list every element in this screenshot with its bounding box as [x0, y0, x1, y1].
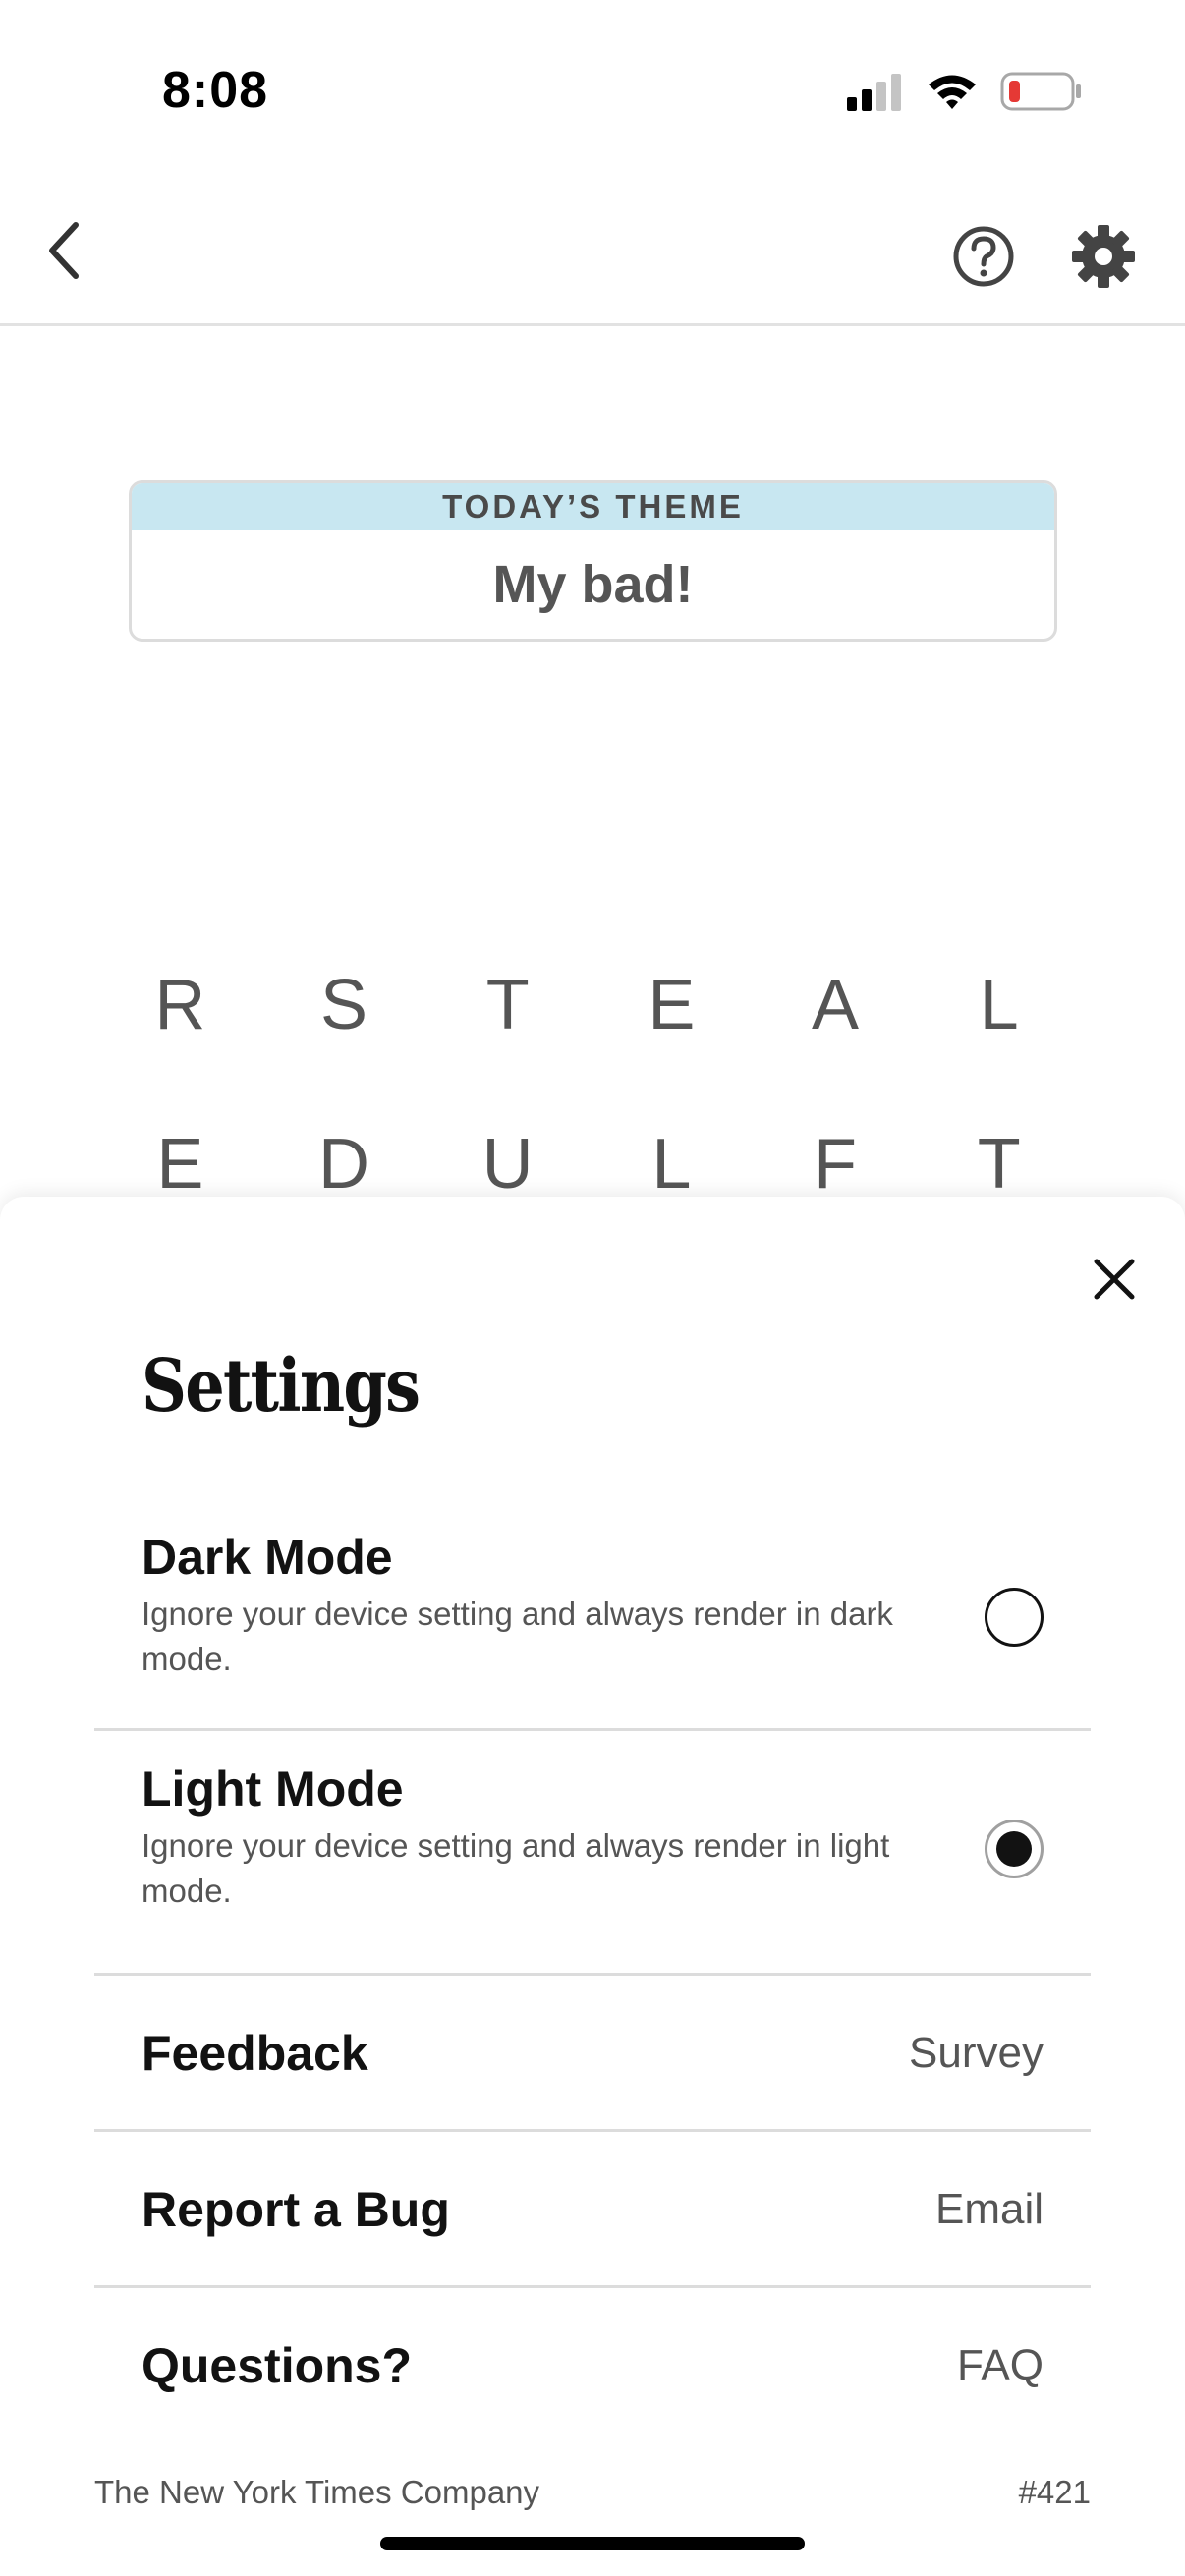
letter-tile[interactable]: E	[590, 951, 754, 1059]
dark-mode-option[interactable]: Dark Mode Ignore your device setting and…	[94, 1507, 1091, 1731]
link-label: Questions?	[141, 2338, 413, 2393]
chevron-left-icon	[49, 222, 79, 279]
feedback-row[interactable]: Feedback Survey	[94, 1976, 1091, 2132]
radio-selected-dot	[996, 1831, 1032, 1867]
theme-value: My bad!	[492, 555, 694, 614]
faq-link[interactable]: FAQ	[957, 2341, 1044, 2390]
dark-mode-radio[interactable]	[985, 1588, 1044, 1647]
footer-company: The New York Times Company	[94, 2474, 540, 2510]
letter-tile[interactable]: S	[262, 951, 426, 1059]
close-icon	[1094, 1259, 1135, 1300]
settings-button[interactable]	[1069, 222, 1138, 291]
questions-row[interactable]: Questions? FAQ	[94, 2288, 1091, 2444]
letter-tile[interactable]: L	[917, 951, 1081, 1059]
report-bug-row[interactable]: Report a Bug Email	[94, 2132, 1091, 2288]
status-time: 8:08	[162, 62, 269, 119]
option-description: Ignore your device setting and always re…	[141, 1827, 890, 1909]
light-mode-option[interactable]: Light Mode Ignore your device setting an…	[94, 1731, 1091, 1976]
link-label: Feedback	[141, 2026, 368, 2081]
theme-card: TODAY’S THEME My bad!	[129, 480, 1057, 642]
email-link[interactable]: Email	[935, 2185, 1044, 2234]
cellular-signal-icon	[847, 74, 901, 111]
battery-low-icon	[1000, 72, 1081, 111]
gear-icon	[1072, 225, 1135, 288]
option-title: Light Mode	[141, 1762, 404, 1817]
letter-tile[interactable]: R	[98, 951, 262, 1059]
home-indicator[interactable]	[380, 2537, 805, 2550]
link-label: Report a Bug	[141, 2182, 450, 2237]
status-icons	[845, 71, 1083, 112]
close-button[interactable]	[1085, 1250, 1144, 1309]
wifi-icon	[929, 75, 976, 109]
footer: The New York Times Company #421	[94, 2474, 1091, 2523]
survey-link[interactable]: Survey	[909, 2029, 1044, 2078]
top-nav	[0, 177, 1185, 326]
option-description: Ignore your device setting and always re…	[141, 1596, 893, 1677]
letter-tile[interactable]: T	[425, 951, 590, 1059]
light-mode-radio[interactable]	[985, 1820, 1044, 1878]
letter-row: R S T E A L	[98, 951, 1081, 1059]
settings-sheet: Settings Dark Mode Ignore your device se…	[0, 1197, 1185, 2576]
settings-title: Settings	[141, 1344, 421, 1428]
status-bar: 8:08	[0, 0, 1185, 177]
puzzle-number: #421	[1018, 2474, 1091, 2510]
theme-header: TODAY’S THEME	[132, 483, 1054, 530]
letter-tile[interactable]: A	[754, 951, 918, 1059]
help-circle-icon	[953, 226, 1014, 287]
option-title: Dark Mode	[141, 1530, 393, 1585]
back-button[interactable]	[29, 216, 98, 285]
help-button[interactable]	[949, 222, 1018, 291]
